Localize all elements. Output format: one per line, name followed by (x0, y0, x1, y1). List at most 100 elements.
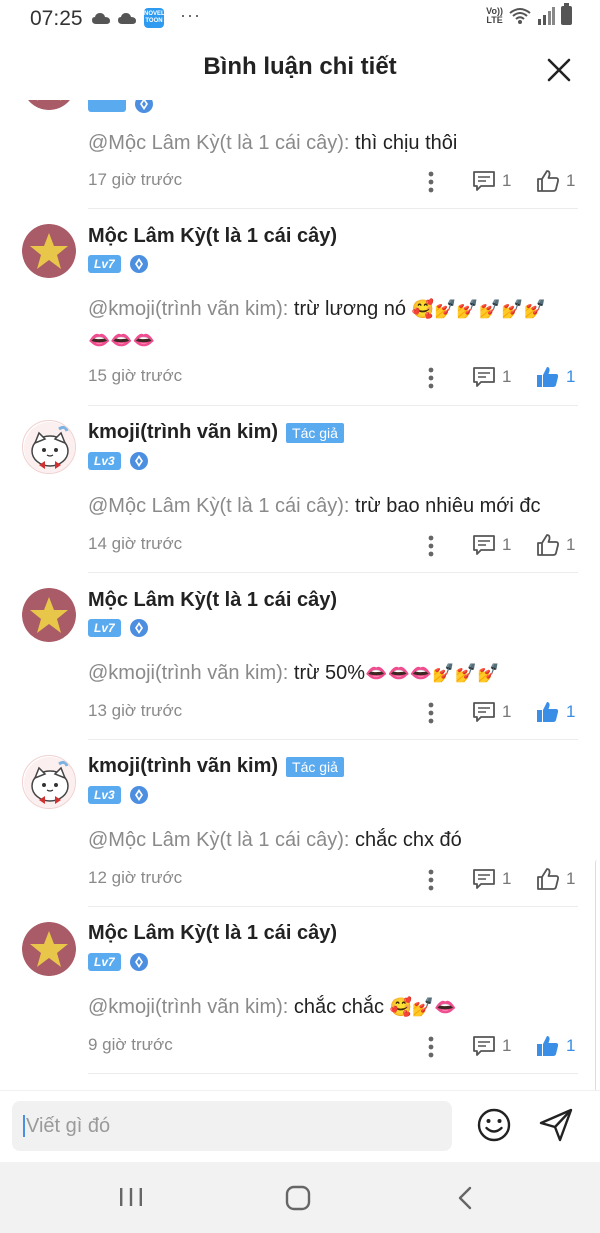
reply-count: 1 (502, 702, 512, 721)
username[interactable]: Mộc Lâm Kỳ(t là 1 cái cây) (88, 922, 337, 945)
thumbs-up-filled-icon (537, 367, 559, 387)
avatar[interactable] (22, 420, 76, 474)
badge-row: Lv7 (88, 618, 149, 638)
comment-header: Mộc Lâm Kỳ(t là 1 cái cây) (88, 922, 337, 945)
like-button[interactable]: 1 (536, 170, 575, 192)
cloud-icon (118, 13, 136, 24)
username[interactable]: Mộc Lâm Kỳ(t là 1 cái cây) (88, 225, 337, 248)
mention-link[interactable]: @Mộc Lâm Kỳ(t là 1 cái cây): (88, 495, 355, 517)
wifi-icon (509, 7, 531, 24)
like-count: 1 (566, 367, 576, 386)
comment-body: trừ lương nó (293, 298, 412, 320)
comment-text: @kmoji(trình vãn kim): trừ 50%👄👄👄💅💅💅 (88, 658, 568, 689)
reply-button[interactable]: 1 (472, 170, 511, 192)
like-count: 1 (566, 171, 576, 190)
comment-body: thì chịu thôi (355, 132, 458, 154)
status-time: 07:25 (30, 7, 83, 30)
close-icon[interactable] (546, 57, 572, 83)
reply-count: 1 (502, 1036, 512, 1055)
mention-link[interactable]: @Mộc Lâm Kỳ(t là 1 cái cây): (88, 829, 355, 851)
reply-count: 1 (502, 367, 512, 386)
system-icons: Vo)) LTE (486, 3, 572, 25)
like-button[interactable]: 1 (536, 534, 575, 556)
comment-body: chắc chx đó (355, 829, 462, 851)
mention-link[interactable]: @Mộc Lâm Kỳ(t là 1 cái cây): (88, 132, 355, 154)
comment-body: trừ 50% (293, 662, 366, 684)
username[interactable]: Mộc Lâm Kỳ(t là 1 cái cây) (88, 589, 337, 612)
header: Bình luận chi tiết (0, 36, 600, 100)
comment-icon (473, 702, 495, 722)
comment-time: 14 giờ trước (88, 534, 183, 553)
more-options-icon[interactable] (428, 1035, 434, 1059)
notification-icons: NOVEL TOON ··· (92, 5, 201, 28)
comment-text: @Mộc Lâm Kỳ(t là 1 cái cây): trừ bao nhi… (88, 491, 568, 521)
home-icon[interactable] (285, 1185, 311, 1211)
reply-count: 1 (502, 535, 512, 554)
reply-button[interactable]: 1 (472, 701, 511, 723)
flag-avatar-icon (22, 922, 76, 976)
like-button[interactable]: 1 (536, 366, 575, 388)
status-bar: 07:25 NOVEL TOON ··· Vo)) LTE (0, 0, 600, 36)
flag-avatar-icon (28, 100, 70, 110)
avatar[interactable] (22, 755, 76, 809)
mention-link[interactable]: @kmoji(trình vãn kim): (88, 662, 294, 684)
username[interactable]: kmoji(trình vãn kim) (88, 421, 278, 444)
reply-button[interactable]: 1 (472, 534, 511, 556)
gem-icon (129, 255, 148, 273)
reply-count: 1 (502, 869, 512, 888)
mention-link[interactable]: @kmoji(trình vãn kim): (88, 298, 294, 320)
comment-header: Mộc Lâm Kỳ(t là 1 cái cây) (88, 225, 337, 248)
send-icon[interactable] (538, 1107, 574, 1143)
like-button[interactable]: 1 (536, 868, 575, 890)
divider (88, 1073, 578, 1074)
username[interactable]: kmoji(trình vãn kim) (88, 755, 278, 778)
avatar[interactable] (22, 922, 76, 976)
page-title: Bình luận chi tiết (203, 53, 397, 80)
like-count: 1 (566, 1036, 576, 1055)
comment-list[interactable]: @Mộc Lâm Kỳ(t là 1 cái cây): thì chịu th… (0, 100, 600, 1090)
comment-meta: 15 giờ trước 1 1 (88, 366, 578, 390)
badge-row: Lv7 (88, 254, 149, 274)
thumbs-up-outline-icon (537, 170, 559, 192)
level-badge: Lv3 (88, 786, 121, 804)
more-options-icon[interactable] (428, 701, 434, 725)
badge-row: Lv3 (88, 451, 149, 471)
like-button[interactable]: 1 (536, 701, 575, 723)
mention-link[interactable]: @kmoji(trình vãn kim): (88, 996, 294, 1018)
reply-button[interactable]: 1 (472, 868, 511, 890)
gem-icon (129, 786, 148, 804)
comment-input[interactable]: Viết gì đó (12, 1101, 452, 1151)
avatar[interactable] (22, 100, 76, 112)
cloud-icon (92, 13, 110, 24)
comment-header: kmoji(trình vãn kim) Tác giả (88, 755, 344, 778)
comment-emoji: 👄👄👄💅💅💅 (365, 663, 500, 684)
reply-button[interactable]: 1 (472, 366, 511, 388)
divider (88, 572, 578, 573)
signal-icon (538, 6, 555, 25)
gem-icon (135, 100, 153, 113)
divider (88, 208, 578, 209)
level-badge: Lv3 (88, 452, 121, 470)
avatar[interactable] (22, 588, 76, 642)
scrollbar[interactable] (595, 860, 600, 1100)
comment-time: 12 giờ trước (88, 868, 183, 887)
reply-button[interactable]: 1 (472, 1035, 511, 1057)
comment-meta: 13 giờ trước 1 1 (88, 701, 578, 725)
more-options-icon[interactable] (428, 366, 434, 390)
badge-row (88, 100, 154, 114)
like-button[interactable]: 1 (536, 1035, 575, 1057)
cat-avatar-icon (24, 422, 75, 473)
comment-body: chắc chắc (293, 996, 390, 1018)
more-options-icon[interactable] (428, 868, 434, 892)
emoji-icon[interactable] (476, 1107, 512, 1143)
recent-apps-icon[interactable] (118, 1187, 144, 1207)
more-options-icon[interactable] (428, 170, 434, 194)
divider (88, 405, 578, 406)
avatar[interactable] (22, 224, 76, 278)
badge-row: Lv3 (88, 785, 149, 805)
back-icon[interactable] (456, 1186, 474, 1210)
comment-text: @kmoji(trình vãn kim): chắc chắc 🥰💅👄 (88, 992, 568, 1023)
thumbs-up-filled-icon (537, 702, 559, 722)
comment-text: @Mộc Lâm Kỳ(t là 1 cái cây): chắc chx đó (88, 825, 568, 855)
more-options-icon[interactable] (428, 534, 434, 558)
